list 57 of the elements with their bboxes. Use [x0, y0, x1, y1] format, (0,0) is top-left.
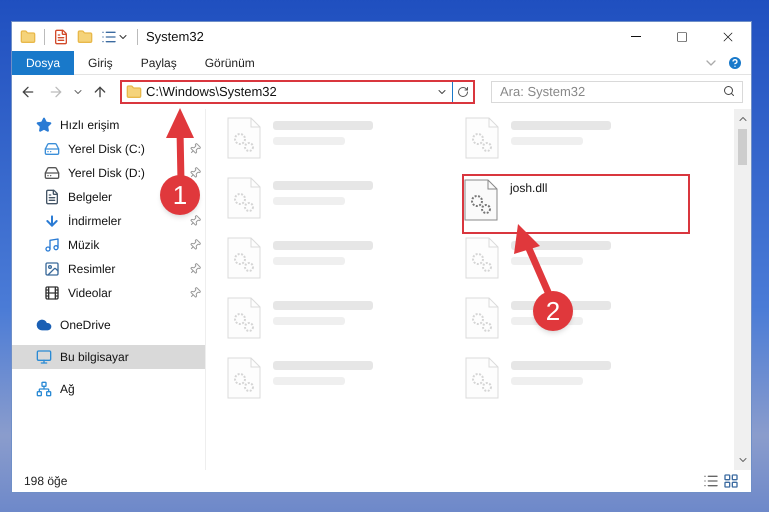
- dll-file-icon: [227, 237, 261, 279]
- properties-icon[interactable]: [53, 28, 69, 44]
- drive-icon: [44, 141, 60, 157]
- search-field[interactable]: Ara: System32: [491, 80, 743, 102]
- film-icon: [44, 285, 60, 301]
- scrollbar-thumb[interactable]: [738, 129, 747, 165]
- picture-icon: [44, 261, 60, 277]
- dll-file-icon: [464, 179, 498, 221]
- file-item[interactable]: josh.dll: [462, 174, 690, 234]
- minimize-icon: [631, 36, 641, 37]
- dll-file-icon: [465, 357, 499, 399]
- ribbon-tab[interactable]: Paylaş: [126, 50, 191, 74]
- dll-file-icon: [227, 357, 261, 399]
- search-icon[interactable]: [723, 85, 735, 97]
- sidebar-item[interactable]: Videolar: [12, 281, 160, 305]
- sidebar-item[interactable]: Yerel Disk (C:): [12, 137, 160, 161]
- address-path: C:\Windows\System32: [146, 83, 278, 102]
- dll-file-icon: [227, 297, 261, 339]
- refresh-icon[interactable]: [457, 86, 469, 98]
- ribbon-tab[interactable]: Giriş: [74, 50, 127, 74]
- sidebar-item[interactable]: İndirmeler: [12, 209, 160, 233]
- dll-file-icon: [227, 117, 261, 159]
- sidebar-item[interactable]: Hızlı erişim: [12, 113, 160, 137]
- large-icons-view-icon[interactable]: [723, 473, 739, 489]
- address-bar[interactable]: C:\Windows\System32: [120, 80, 475, 104]
- dll-file-icon: [227, 177, 261, 219]
- ribbon-tab[interactable]: Dosya: [12, 50, 74, 74]
- folder-icon: [20, 28, 36, 44]
- sidebar-item[interactable]: Ağ: [12, 377, 160, 401]
- details-view-icon[interactable]: [703, 473, 719, 489]
- monitor-icon: [36, 349, 52, 365]
- pointer-arrow: [514, 224, 552, 296]
- folder-icon: [126, 84, 142, 100]
- maximize-icon: [676, 30, 688, 42]
- star-icon: [36, 117, 52, 133]
- back-icon[interactable]: [20, 84, 36, 100]
- window-title: System32: [146, 28, 205, 46]
- item-count: 198 öğe: [24, 473, 68, 490]
- cloud-icon: [36, 317, 52, 333]
- sidebar-item[interactable]: OneDrive: [12, 313, 160, 337]
- dll-file-icon: [465, 297, 499, 339]
- scrollbar[interactable]: [734, 109, 751, 470]
- ribbon-tab[interactable]: Görünüm: [190, 50, 269, 74]
- sidebar-item[interactable]: Yerel Disk (D:): [12, 161, 160, 185]
- list-view-icon[interactable]: [101, 28, 117, 44]
- sidebar-item[interactable]: Müzik: [12, 233, 160, 257]
- help-icon[interactable]: [727, 54, 743, 70]
- sidebar-item[interactable]: Belgeler: [12, 185, 160, 209]
- up-icon[interactable]: [92, 84, 108, 100]
- sidebar-item[interactable]: Bu bilgisayar: [12, 345, 205, 369]
- document-icon: [44, 189, 60, 205]
- dll-file-icon: [465, 117, 499, 159]
- dll-file-icon: [465, 237, 499, 279]
- drive-icon: [44, 165, 60, 181]
- sidebar-item[interactable]: Resimler: [12, 257, 160, 281]
- network-icon: [36, 381, 52, 397]
- music-note-icon: [44, 237, 60, 253]
